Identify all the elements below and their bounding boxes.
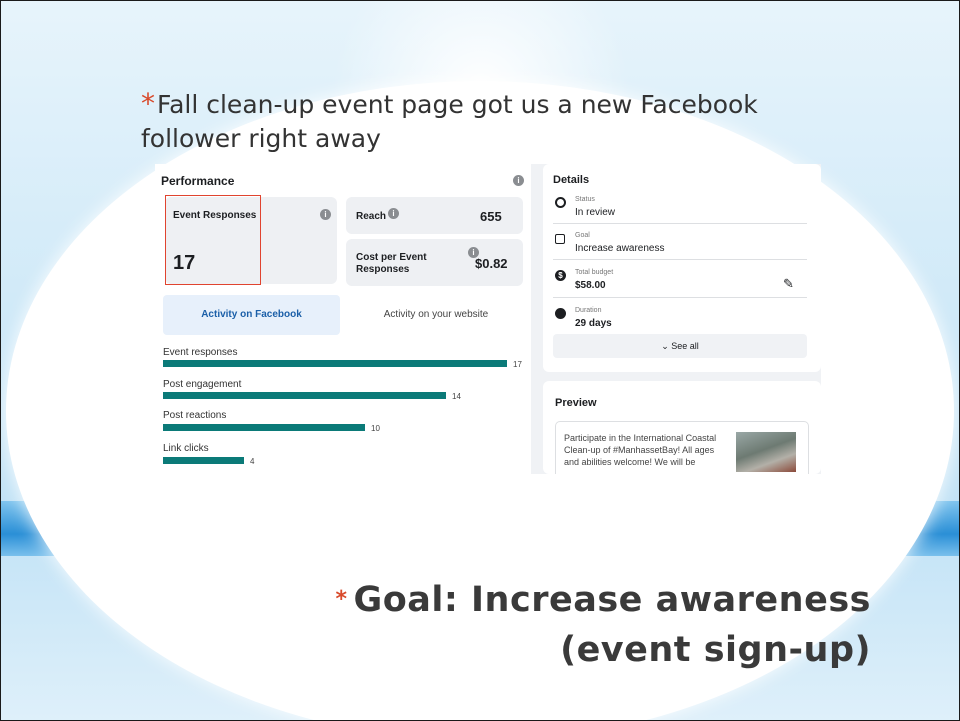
chevron-down-icon: ⌄ [661, 341, 669, 351]
metric-bar [163, 424, 365, 431]
status-value: In review [575, 207, 616, 218]
metric-value: 10 [371, 424, 380, 433]
ads-manager-screenshot: Performance i Event Responses i 17 Reach… [155, 164, 821, 474]
metric-bar [163, 392, 446, 399]
metric-label: Post reactions [163, 410, 227, 421]
slide: *Fall clean-up event page got us a new F… [0, 0, 960, 721]
status-label: Status [575, 196, 595, 203]
divider [553, 259, 807, 260]
preview-thumbnail [736, 432, 796, 472]
goal-star-icon: * [335, 587, 348, 612]
cost-value: $0.82 [475, 256, 508, 271]
bullet-star-icon: * [141, 87, 155, 120]
see-all-button[interactable]: ⌄ See all [553, 334, 807, 358]
reach-label: Reach [356, 211, 387, 222]
tab-activity-on-website[interactable]: Activity on your website [343, 295, 529, 335]
performance-title: Performance [161, 174, 235, 188]
metric-bar [163, 360, 507, 367]
pencil-icon[interactable]: ✎ [783, 276, 794, 292]
info-icon[interactable]: i [388, 208, 399, 219]
metric-value: 14 [452, 392, 461, 401]
see-all-label: See all [671, 341, 699, 351]
duration-label: Duration [575, 307, 602, 314]
metric-value: 17 [513, 360, 522, 369]
reach-value: 655 [480, 209, 502, 224]
stopwatch-icon [555, 308, 566, 319]
info-icon[interactable]: i [320, 209, 331, 220]
bullet-text-content: Fall clean-up event page got us a new Fa… [141, 90, 758, 153]
tab-activity-on-facebook[interactable]: Activity on Facebook [163, 295, 340, 335]
goal-text: * Goal: Increase awareness (event sign-up… [319, 575, 871, 675]
preview-card[interactable]: Participate in the International Coastal… [555, 421, 809, 474]
goal-line-1-text: Goal: Increase awareness [353, 580, 871, 620]
highlight-box [165, 195, 261, 285]
preview-text: Participate in the International Coastal… [564, 433, 717, 467]
budget-label: Total budget [575, 269, 614, 276]
goal-label: Goal [575, 232, 590, 239]
metric-label: Post engagement [163, 379, 242, 390]
metric-value: 4 [250, 457, 255, 466]
details-panel: Details Status In review Goal Increase a… [543, 164, 821, 372]
calendar-icon [555, 234, 565, 244]
status-radio-icon [555, 197, 566, 208]
preview-title: Preview [555, 397, 597, 409]
preview-panel: Preview Participate in the International… [543, 381, 821, 474]
metric-label: Link clicks [163, 443, 209, 454]
details-title: Details [553, 174, 590, 186]
bullet-text: *Fall clean-up event page got us a new F… [141, 87, 841, 156]
divider [553, 223, 807, 224]
dollar-icon: $ [555, 270, 566, 281]
duration-value: 29 days [575, 318, 612, 329]
metric-bar [163, 457, 244, 464]
metric-label: Event responses [163, 347, 238, 358]
goal-value: Increase awareness [575, 243, 665, 254]
cost-label: Cost per Event Responses [356, 252, 427, 275]
divider [553, 297, 807, 298]
goal-line-1: * Goal: Increase awareness [319, 575, 871, 625]
budget-value: $58.00 [575, 280, 606, 291]
performance-panel: Performance i Event Responses i 17 Reach… [155, 164, 531, 474]
info-icon[interactable]: i [513, 175, 524, 186]
goal-line-2: (event sign-up) [560, 630, 871, 670]
